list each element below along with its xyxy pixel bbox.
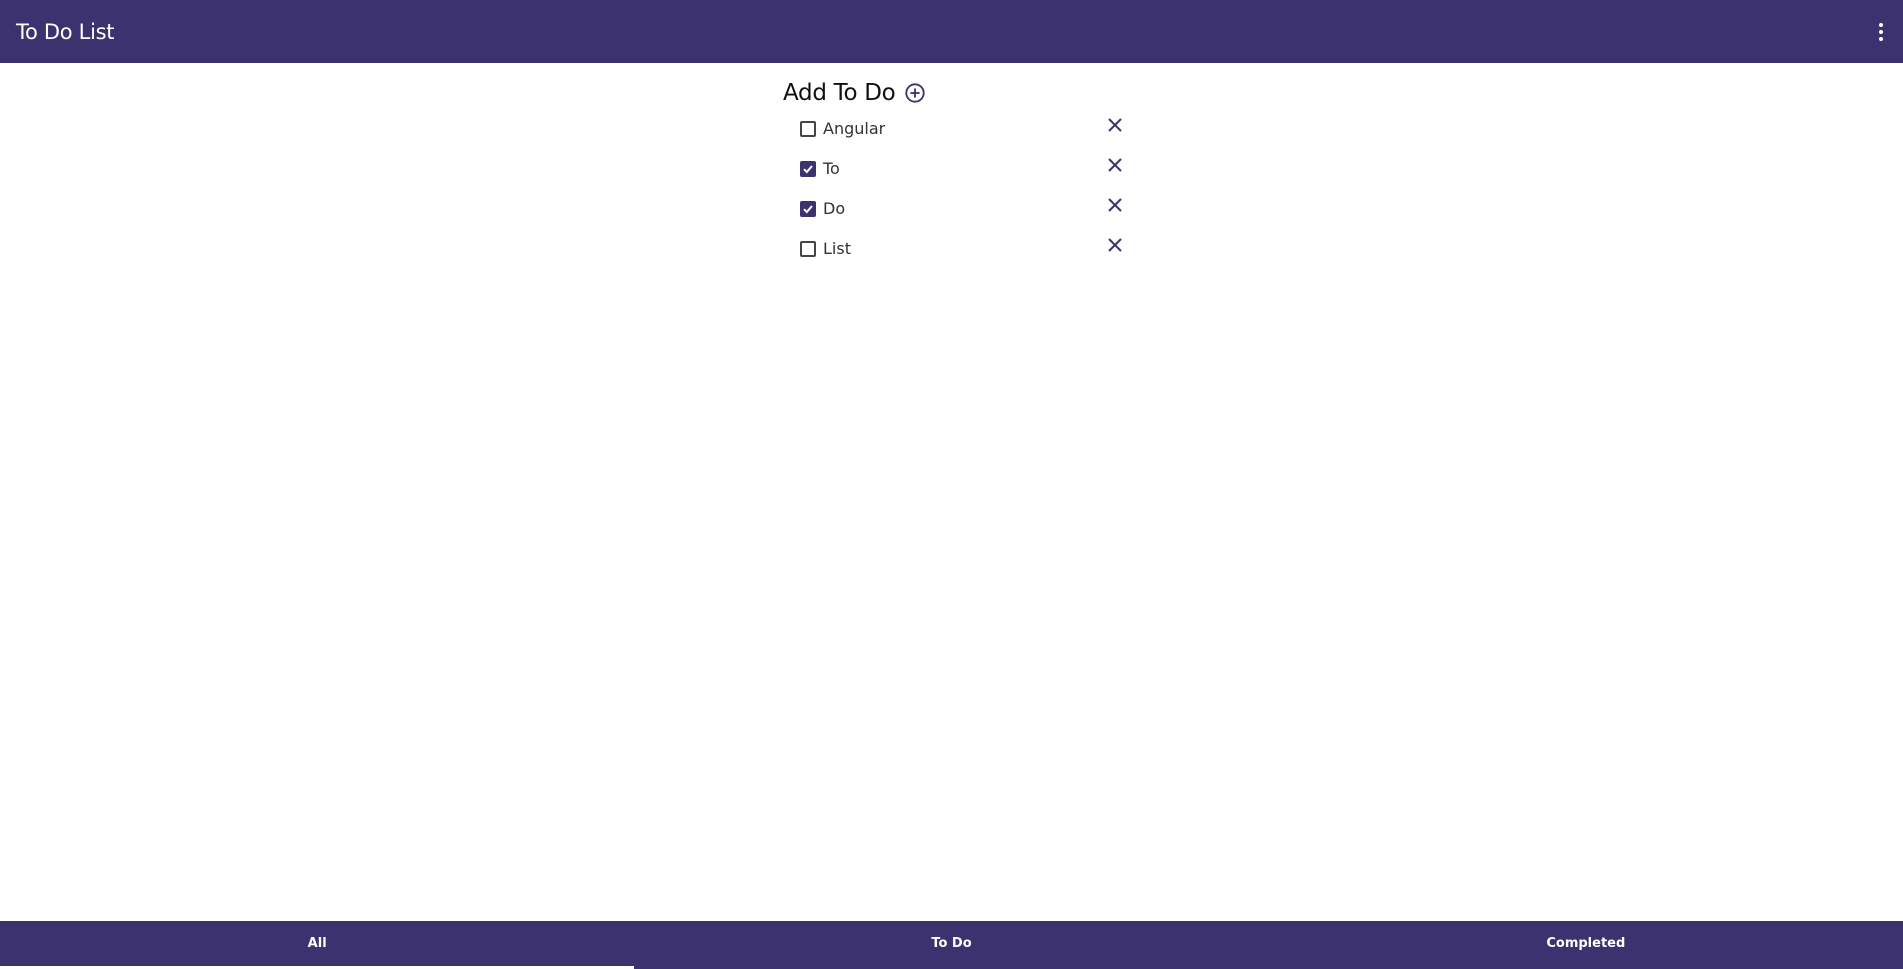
todo-label: List: [823, 239, 851, 258]
app-title: To Do List: [16, 19, 115, 44]
todo-checkbox[interactable]: [800, 161, 816, 177]
todo-label: To: [823, 159, 840, 178]
todo-item: Angular: [783, 110, 1133, 150]
tab-to-do[interactable]: To Do: [634, 921, 1268, 969]
close-icon[interactable]: [1103, 153, 1127, 177]
more-vertical-icon-dot: [1879, 29, 1883, 34]
check-icon: [803, 205, 813, 214]
more-options-button[interactable]: [1869, 12, 1893, 52]
todo-item: To: [783, 150, 1133, 190]
close-icon[interactable]: [1103, 193, 1127, 217]
todo-checkbox[interactable]: [800, 121, 816, 137]
add-todo-title: Add To Do: [783, 80, 896, 106]
tab-completed[interactable]: Completed: [1269, 921, 1903, 969]
todo-item: List: [783, 230, 1133, 270]
todo-item: Do: [783, 190, 1133, 230]
todo-checkbox[interactable]: [800, 241, 816, 257]
todo-label: Do: [823, 199, 846, 218]
top-app-bar: To Do List: [0, 0, 1903, 63]
check-icon: [803, 165, 813, 174]
tab-all[interactable]: All: [0, 921, 635, 969]
todo-label: Angular: [823, 119, 886, 138]
todo-list: Angular To Do List: [783, 110, 1133, 270]
add-todo-row: Add To Do: [783, 76, 1133, 110]
close-icon[interactable]: [1103, 113, 1127, 137]
more-vertical-icon: [1879, 22, 1883, 27]
app-root: To Do List Add To Do Angular To Do List …: [0, 0, 1903, 969]
todo-checkbox[interactable]: [800, 201, 816, 217]
close-icon[interactable]: [1103, 233, 1127, 257]
todo-panel: Add To Do Angular To Do List: [783, 76, 1133, 270]
add-circle-icon[interactable]: [904, 82, 926, 104]
more-vertical-icon-dot: [1879, 36, 1883, 41]
bottom-tab-bar: All To Do Completed: [0, 921, 1903, 969]
